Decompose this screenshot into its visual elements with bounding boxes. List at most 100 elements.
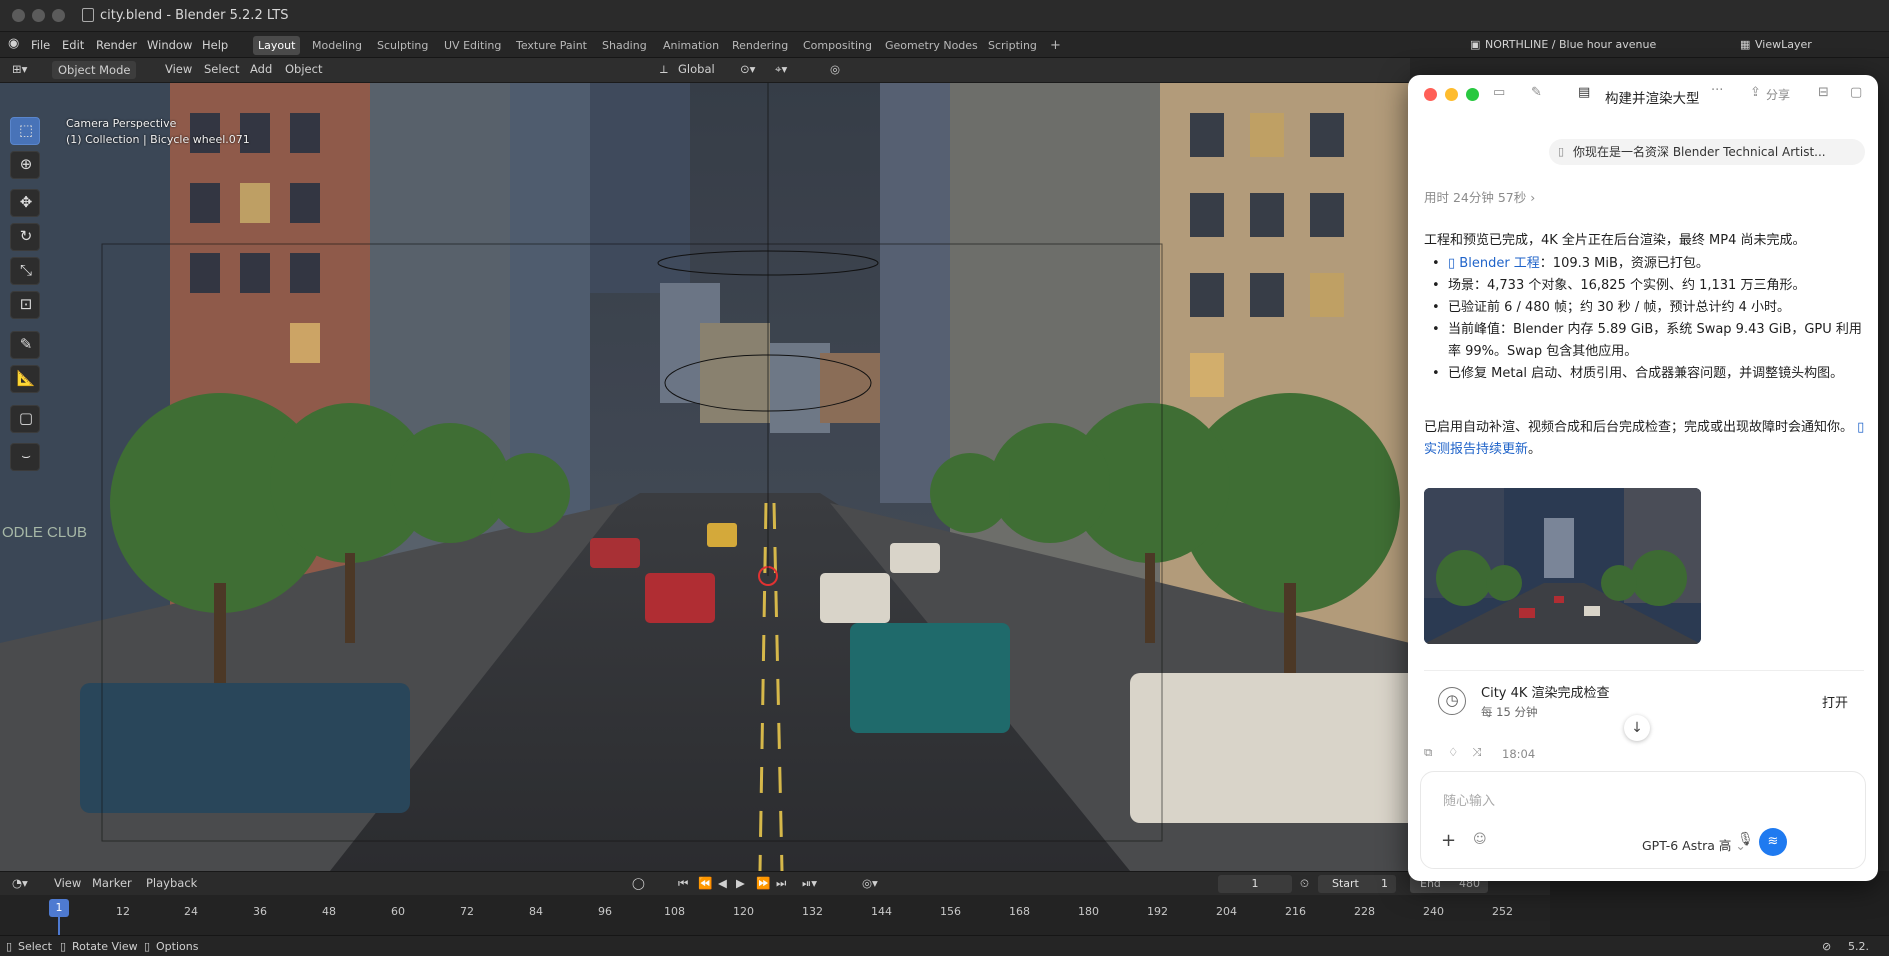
tick-label: 144 <box>871 905 892 918</box>
select-box-tool[interactable]: ⬚ <box>10 117 40 145</box>
result-list: ▯ Blender 工程：109.3 MiB，资源已打包。 场景：4,733 个… <box>1424 253 1872 385</box>
menu-file[interactable]: File <box>31 38 50 52</box>
chat-input[interactable]: 随心输入 <box>1443 790 1495 809</box>
jump-key-back-icon[interactable]: ⏪ <box>698 876 712 890</box>
maximize-window-button[interactable] <box>52 9 65 22</box>
minimize-window-button[interactable] <box>32 9 45 22</box>
cursor-tool[interactable]: ⊕ <box>10 151 40 179</box>
elapsed-time[interactable]: 用时 24分钟 57秒 › <box>1424 187 1535 206</box>
open-task-button[interactable]: 打开 <box>1822 692 1848 711</box>
start-frame-field[interactable]: Start 1 <box>1318 875 1396 893</box>
tab-uv-editing[interactable]: UV Editing <box>444 36 501 55</box>
timeline-menu-view[interactable]: View <box>54 876 81 890</box>
3d-viewport[interactable]: ODLE CLUB Camera Perspective (1) Collect… <box>0 83 1410 871</box>
mode-selector[interactable]: Object Mode <box>52 61 137 79</box>
network-icon: ⊘ <box>1822 940 1832 953</box>
waveform-icon: ≋ <box>1767 834 1779 849</box>
tab-animation[interactable]: Animation <box>663 36 719 55</box>
menu-view[interactable]: View <box>165 62 192 76</box>
scene-name[interactable]: NORTHLINE / Blue hour avenue <box>1485 38 1656 51</box>
new-chat-icon[interactable]: ✎ <box>1531 85 1542 100</box>
measure-tool[interactable]: 📐 <box>10 365 40 393</box>
scene-selector-icon[interactable]: ▣ <box>1470 38 1480 51</box>
timer-icon[interactable]: ⏲ <box>1300 876 1309 891</box>
editor-type-icon[interactable]: ⊞▾ <box>12 62 27 76</box>
play-reverse-icon[interactable]: ◀ <box>718 876 727 890</box>
render-preview-thumbnail[interactable] <box>1424 488 1701 644</box>
timeline-menu-playback[interactable]: Playback <box>146 876 197 890</box>
current-frame-field[interactable]: 1 <box>1218 875 1292 893</box>
tab-modeling[interactable]: Modeling <box>312 36 362 55</box>
menu-select[interactable]: Select <box>204 62 239 76</box>
more-options-icon[interactable]: ··· <box>1711 83 1723 98</box>
prompt-chip[interactable]: ▯ 你现在是一名资深 Blender Technical Artist... <box>1549 139 1865 165</box>
current-frame-marker[interactable]: 1 <box>49 899 69 917</box>
close-window-button[interactable] <box>12 9 25 22</box>
menu-window[interactable]: Window <box>147 38 192 52</box>
feedback-icon[interactable]: ♢ <box>1448 745 1458 759</box>
chat-input-box[interactable]: 随心输入 + ☺ GPT-6 Astra 高 ⌄ 🎙 ≋ <box>1420 771 1866 869</box>
view-layer-name[interactable]: ViewLayer <box>1755 38 1812 51</box>
add-workspace-button[interactable]: + <box>1050 36 1061 55</box>
split-view-icon[interactable]: ⊟ <box>1818 85 1829 100</box>
share-button[interactable]: 分享 <box>1766 86 1790 103</box>
jump-end-icon[interactable]: ⏭ <box>776 876 786 891</box>
scroll-down-button[interactable]: ↓ <box>1624 715 1650 741</box>
followup-text: 已启用自动补渲、视频合成和后台完成检查；完成或出现故障时会通知你。 ▯ 实测报告… <box>1424 420 1865 457</box>
list-item: 已修复 Metal 启动、材质引用、合成器兼容问题，并调整镜头构图。 <box>1424 363 1872 385</box>
transform-tool[interactable]: ⊡ <box>10 291 40 319</box>
timeline-editor-icon[interactable]: ◔▾ <box>12 876 28 890</box>
orientation-icon[interactable]: ⟂ <box>660 62 668 77</box>
jump-key-forward-icon[interactable]: ⏩ <box>756 876 770 890</box>
share-icon[interactable]: ⇪ <box>1750 85 1761 100</box>
snap-icon[interactable]: ⌖▾ <box>775 62 787 77</box>
panel-icon[interactable]: ▢ <box>1850 85 1862 100</box>
jump-start-icon[interactable]: ⏮ <box>678 876 688 891</box>
chat-minimize-button[interactable] <box>1445 88 1458 101</box>
menu-help[interactable]: Help <box>202 38 228 52</box>
curve-tool[interactable]: ⌣ <box>10 443 40 471</box>
frame-step-icon[interactable]: ⏯▾ <box>802 876 817 891</box>
fork-icon[interactable]: ⤨ <box>1472 745 1481 760</box>
chat-maximize-button[interactable] <box>1466 88 1479 101</box>
model-selector[interactable]: GPT-6 Astra 高 ⌄ <box>1642 835 1746 854</box>
proportional-edit-icon[interactable]: ◎ <box>830 62 840 76</box>
menu-render[interactable]: Render <box>96 38 137 52</box>
add-cube-tool[interactable]: ▢ <box>10 405 40 433</box>
auto-key-icon[interactable]: ◎▾ <box>862 876 878 890</box>
scale-tool[interactable]: ⤡ <box>10 257 40 285</box>
annotate-tool[interactable]: ✎ <box>10 331 40 359</box>
menu-bar: ◉ File Edit Render Window Help Layout Mo… <box>0 32 1889 58</box>
tab-sculpting[interactable]: Sculpting <box>377 36 428 55</box>
move-tool[interactable]: ✥ <box>10 189 40 217</box>
tab-texture-paint[interactable]: Texture Paint <box>516 36 587 55</box>
pivot-icon[interactable]: ⊙▾ <box>740 62 755 76</box>
tab-rendering[interactable]: Rendering <box>732 36 788 55</box>
sidebar-toggle-icon[interactable]: ▭ <box>1493 85 1505 100</box>
view-layer-icon[interactable]: ▦ <box>1740 38 1750 51</box>
tab-geometry-nodes[interactable]: Geometry Nodes <box>885 36 978 55</box>
blender-project-link[interactable]: ▯ Blender 工程 <box>1448 256 1540 271</box>
play-icon[interactable]: ▶ <box>736 876 745 890</box>
orientation-selector[interactable]: Global <box>678 62 715 76</box>
microphone-icon[interactable]: 🎙 <box>1737 832 1754 847</box>
tab-layout[interactable]: Layout <box>253 36 301 55</box>
timeline-ruler[interactable] <box>0 895 1550 935</box>
menu-edit[interactable]: Edit <box>62 38 84 52</box>
tick-label: 60 <box>391 905 405 918</box>
tab-scripting[interactable]: Scripting <box>988 36 1037 55</box>
timeline-menu-marker[interactable]: Marker <box>92 876 132 890</box>
keying-icon[interactable]: ◯ <box>632 876 645 890</box>
tab-compositing[interactable]: Compositing <box>803 36 872 55</box>
add-attachment-icon[interactable]: + <box>1441 830 1456 851</box>
chat-close-button[interactable] <box>1424 88 1437 101</box>
blender-logo-icon[interactable]: ◉ <box>8 36 19 51</box>
voice-send-button[interactable]: ≋ <box>1759 828 1787 856</box>
menu-add[interactable]: Add <box>250 62 272 76</box>
copy-icon[interactable]: ⧉ <box>1424 745 1432 760</box>
tab-shading[interactable]: Shading <box>602 36 647 55</box>
rotate-tool[interactable]: ↻ <box>10 223 40 251</box>
menu-object[interactable]: Object <box>285 62 322 76</box>
emoji-icon[interactable]: ☺ <box>1473 832 1487 847</box>
playhead[interactable] <box>58 917 60 935</box>
